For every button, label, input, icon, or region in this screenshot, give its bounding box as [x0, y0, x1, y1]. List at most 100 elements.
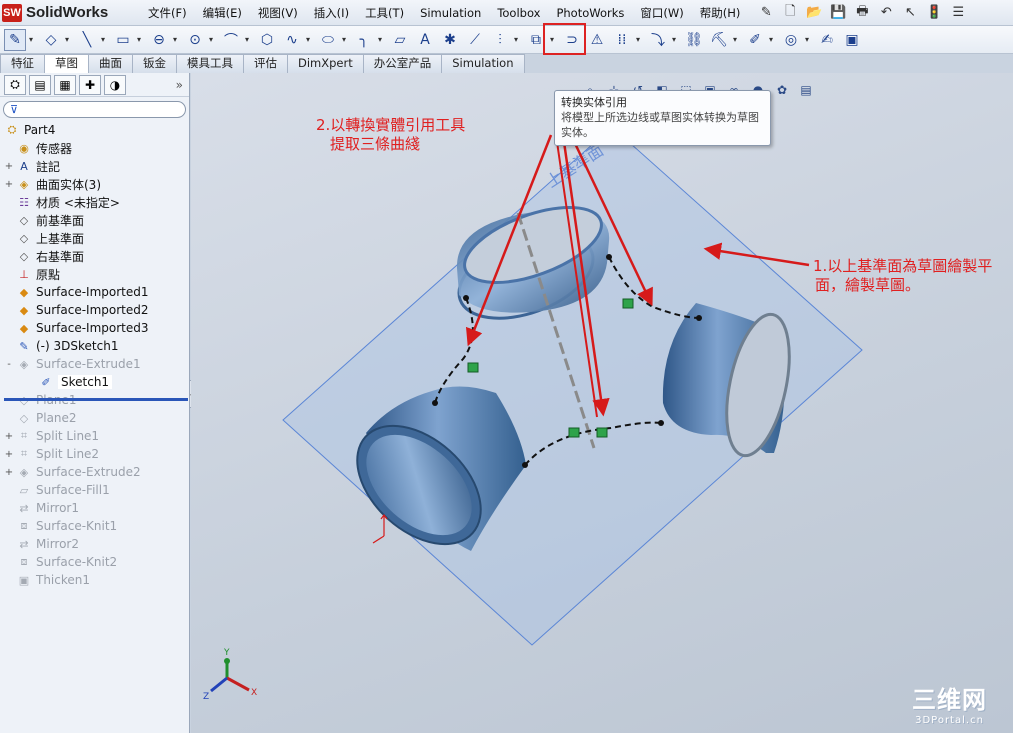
rollback-bar[interactable]: [4, 398, 188, 401]
menu-file[interactable]: 文件(F): [140, 1, 195, 25]
menu-simulation[interactable]: Simulation: [412, 1, 489, 25]
tree-node[interactable]: + ◈ Surface-Extrude2: [0, 463, 189, 481]
chevron-down-icon[interactable]: ▾: [769, 35, 777, 44]
tree-node[interactable]: - ◈ Surface-Extrude1: [0, 355, 189, 373]
point-icon[interactable]: ✱: [439, 29, 461, 51]
tree-node[interactable]: ◆ Surface-Imported1: [0, 283, 189, 301]
chevron-down-icon[interactable]: ▾: [29, 35, 37, 44]
menu-window[interactable]: 窗口(W): [632, 1, 691, 25]
mirror-entities-icon[interactable]: ⫶: [489, 29, 511, 51]
instant3d-icon[interactable]: ✍: [816, 29, 838, 51]
fillet-icon[interactable]: ╮: [353, 29, 375, 51]
display-manager-tab-icon[interactable]: ◑: [104, 74, 126, 95]
tab-simulation[interactable]: Simulation: [441, 54, 525, 73]
sketch-picture-icon[interactable]: ▣: [841, 29, 863, 51]
chevron-down-icon[interactable]: ▾: [805, 35, 813, 44]
tree-node[interactable]: ⧈ Surface-Knit2: [0, 553, 189, 571]
circle-icon[interactable]: ⊙: [184, 29, 206, 51]
chevron-down-icon[interactable]: ▾: [514, 35, 522, 44]
rapid-sketch-icon[interactable]: ◎: [780, 29, 802, 51]
chevron-down-icon[interactable]: ▾: [636, 35, 644, 44]
feature-manager-tab-icon[interactable]: ⛭: [4, 74, 26, 95]
pin-icon[interactable]: ✎: [756, 3, 776, 23]
repair-sketch-icon[interactable]: ⛏: [708, 29, 730, 51]
tree-node[interactable]: ◆ Surface-Imported2: [0, 301, 189, 319]
chevron-down-icon[interactable]: ▾: [342, 35, 350, 44]
relations-icon[interactable]: ⛓: [683, 29, 705, 51]
print-icon[interactable]: 🖶: [852, 3, 872, 23]
tree-root-part[interactable]: ⛭ Part4: [0, 121, 189, 139]
property-manager-tab-icon[interactable]: ▤: [29, 74, 51, 95]
graphics-area[interactable]: ⌕ ⊹ ↺ ◧ ⬚ ▣ ∞ ● ✿ ▤: [191, 73, 1013, 733]
tree-node[interactable]: ⧈ Surface-Knit1: [0, 517, 189, 535]
menu-insert[interactable]: 插入(I): [306, 1, 357, 25]
tree-node[interactable]: ◉ 传感器: [0, 139, 189, 157]
expand-icon[interactable]: +: [4, 161, 14, 172]
spline-icon[interactable]: ∿: [281, 29, 303, 51]
chevron-down-icon[interactable]: ▾: [101, 35, 109, 44]
tree-node[interactable]: ◆ Surface-Imported3: [0, 319, 189, 337]
chevron-down-icon[interactable]: ▾: [65, 35, 73, 44]
tree-node[interactable]: + ◈ 曲面实体(3): [0, 175, 189, 193]
menu-edit[interactable]: 编辑(E): [195, 1, 250, 25]
tab-sheet-metal[interactable]: 钣金: [132, 54, 177, 73]
chevron-down-icon[interactable]: ▾: [672, 35, 680, 44]
tree-node[interactable]: + ⌗ Split Line2: [0, 445, 189, 463]
expand-icon[interactable]: +: [4, 179, 14, 190]
tree-node[interactable]: ◇ 右基準面: [0, 247, 189, 265]
tree-node[interactable]: ✎ (-) 3DSketch1: [0, 337, 189, 355]
tree-node[interactable]: ⇄ Mirror2: [0, 535, 189, 553]
tree-node[interactable]: + ⌗ Split Line1: [0, 427, 189, 445]
tree-node[interactable]: ▱ Surface-Fill1: [0, 481, 189, 499]
menu-help[interactable]: 帮助(H): [692, 1, 749, 25]
rebuild-icon[interactable]: 🚦: [924, 3, 944, 23]
expand-icon[interactable]: +: [4, 431, 14, 442]
line-icon[interactable]: ╲: [76, 29, 98, 51]
tree-node[interactable]: ▣ Thicken1: [0, 571, 189, 589]
undo-icon[interactable]: ↶: [876, 3, 896, 23]
tree-node[interactable]: ⊥ 原點: [0, 265, 189, 283]
select-icon[interactable]: ↖: [900, 3, 920, 23]
chevron-down-icon[interactable]: ▾: [245, 35, 253, 44]
new-file-icon[interactable]: 🗋: [780, 3, 800, 23]
open-file-icon[interactable]: 📂: [804, 3, 824, 23]
chevron-down-icon[interactable]: ▾: [173, 35, 181, 44]
polygon-icon[interactable]: ⬡: [256, 29, 278, 51]
menu-tools[interactable]: 工具(T): [357, 1, 412, 25]
rectangle-icon[interactable]: ▭: [112, 29, 134, 51]
model-canvas[interactable]: 上基準面 Y X Z: [191, 73, 1013, 733]
trim-icon[interactable]: ⚠: [586, 29, 608, 51]
chevron-down-icon[interactable]: ▾: [378, 35, 386, 44]
ellipse-icon[interactable]: ⬭: [317, 29, 339, 51]
tree-node[interactable]: ◇ 前基準面: [0, 211, 189, 229]
tree-node[interactable]: + A 註記: [0, 157, 189, 175]
collapse-icon[interactable]: -: [4, 359, 14, 370]
menu-toolbox[interactable]: Toolbox: [489, 1, 548, 25]
expand-panel-icon[interactable]: »: [176, 78, 183, 92]
tab-surfaces[interactable]: 曲面: [88, 54, 133, 73]
chevron-down-icon[interactable]: ▾: [733, 35, 741, 44]
configuration-manager-tab-icon[interactable]: ▦: [54, 74, 76, 95]
smart-dimension-icon[interactable]: ◇: [40, 29, 62, 51]
quick-snaps-icon[interactable]: ✐: [744, 29, 766, 51]
chevron-down-icon[interactable]: ▾: [137, 35, 145, 44]
tab-sketch[interactable]: 草图: [44, 54, 89, 73]
options-icon[interactable]: ☰: [948, 3, 968, 23]
text-icon[interactable]: A: [414, 29, 436, 51]
dimxpert-manager-tab-icon[interactable]: ✚: [79, 74, 101, 95]
save-icon[interactable]: 💾: [828, 3, 848, 23]
expand-icon[interactable]: +: [4, 467, 14, 478]
chevron-down-icon[interactable]: ▾: [306, 35, 314, 44]
tree-node[interactable]: ◇ 上基準面: [0, 229, 189, 247]
tab-features[interactable]: 特征: [0, 54, 45, 73]
pattern-icon[interactable]: ⁞⁞: [611, 29, 633, 51]
tree-node[interactable]: ◇ Plane2: [0, 409, 189, 427]
tree-filter-input[interactable]: ⊽: [3, 101, 186, 118]
menu-view[interactable]: 视图(V): [250, 1, 306, 25]
sketch-icon[interactable]: ✎: [4, 28, 26, 51]
plane-icon[interactable]: ▱: [389, 29, 411, 51]
move-entities-icon[interactable]: ⤵: [647, 29, 669, 51]
menu-photoworks[interactable]: PhotoWorks: [548, 1, 632, 25]
tab-evaluate[interactable]: 评估: [243, 54, 288, 73]
tree-node[interactable]: ✐ Sketch1: [0, 373, 189, 391]
